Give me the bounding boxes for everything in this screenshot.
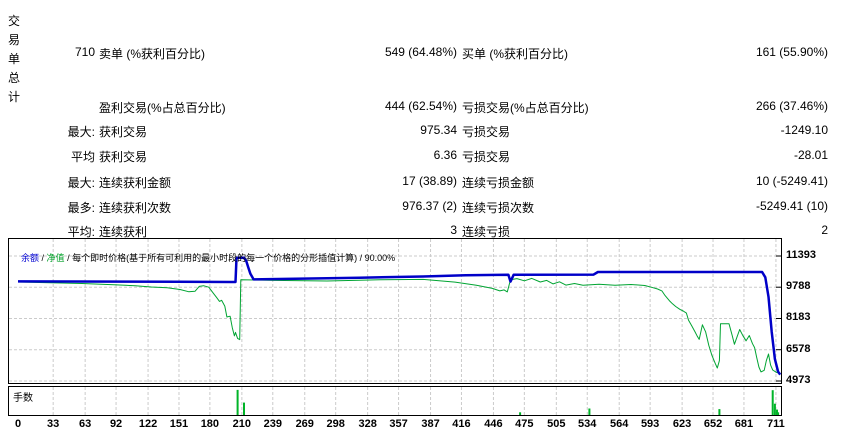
x-axis-label: 534 (578, 418, 597, 430)
x-axis-label: 681 (734, 418, 754, 430)
legend-quality: 90.00% (364, 253, 396, 263)
x-axis-label: 328 (358, 418, 377, 430)
stat-label: 平均 (70, 150, 95, 164)
lots-chart (8, 386, 782, 416)
x-axis-label: 0 (14, 418, 22, 430)
lots-chart-border (8, 386, 782, 416)
x-axis-label: 63 (79, 418, 92, 430)
balance-line (17, 256, 782, 376)
stat-label: 最多: (67, 201, 95, 215)
stat-value: 976.37 (2) (402, 199, 457, 213)
chart-legend: 余额 / 净值 / 每个即时价格(基于所有可利用的最小时段的每一个价格的分形插值… (11, 241, 395, 274)
stats-row-avg-consecutive: 平均: 连续获利 3 连续亏损 2 (0, 223, 843, 239)
stat-value: 17 (38.89) (402, 174, 457, 188)
x-axis-label: 180 (200, 418, 220, 430)
x-axis-label: 387 (421, 418, 440, 430)
stat-value: 3 (450, 223, 457, 237)
x-axis-label: 446 (484, 418, 503, 430)
stats-row-total: 710 卖单 (%获利百分比) 549 (64.48%) 买单 (%获利百分比)… (0, 45, 843, 61)
y-axis-label: 4973 (786, 373, 811, 386)
stat-value: -1249.10 (780, 123, 828, 137)
x-axis-label: 357 (389, 418, 408, 430)
legend-description: 每个即时价格(基于所有可利用的最小时段的每一个价格的分形插值计算) (72, 253, 358, 263)
stat-value: 161 (55.90%) (755, 45, 828, 59)
equity-line (17, 277, 781, 375)
x-axis-label: 475 (515, 418, 534, 430)
lots-bar (588, 408, 591, 415)
lots-bar (718, 409, 721, 415)
lots-bar (236, 389, 239, 415)
lots-bar (771, 390, 774, 415)
x-axis-label: 298 (326, 418, 345, 430)
lots-bar (519, 412, 522, 415)
x-axis-label: 652 (703, 418, 723, 430)
x-axis-label: 593 (640, 418, 660, 430)
stats-row-average: 平均 获利交易 6.36 亏损交易 -28.01 (0, 148, 843, 164)
x-axis-label: 269 (295, 418, 314, 430)
y-axis-label: 8183 (786, 311, 811, 324)
x-axis-label: 416 (452, 418, 471, 430)
x-axis-label: 505 (547, 418, 566, 430)
stat-value: -28.01 (793, 148, 828, 162)
stat-value: 6.36 (433, 148, 457, 162)
legend-separator: / (357, 253, 365, 263)
y-axis-label: 9788 (786, 280, 811, 293)
stats-row-max-consecutive-count: 最多: 连续获利次数 976.37 (2) 连续亏损次数 -5249.41 (1… (0, 199, 843, 215)
x-axis-label: 564 (610, 418, 629, 430)
stats-row-max-consecutive-amount: 最大: 连续获利金额 17 (38.89) 连续亏损金额 10 (-5249.4… (0, 174, 843, 190)
lots-panel-label: 手数 (13, 393, 33, 404)
stat-value: 266 (37.46%) (755, 99, 828, 113)
stat-value: 710 (74, 45, 95, 59)
y-axis-label: 6578 (786, 342, 811, 355)
stat-label: 最大: (67, 125, 95, 139)
stat-value: 549 (64.48%) (384, 45, 457, 59)
y-axis-label: 11393 (786, 249, 816, 261)
x-axis-label: 711 (767, 418, 785, 430)
stat-value: 10 (-5249.41) (755, 174, 828, 188)
legend-equity-label: 净值 (46, 253, 65, 263)
lots-bar (777, 412, 780, 415)
strategy-tester-report: 交易单总计 710 卖单 (%获利百分比) 549 (64.48%) 买单 (%… (0, 0, 843, 432)
lots-bar (243, 402, 245, 415)
x-axis-label: 122 (138, 418, 158, 430)
lots-bar (773, 403, 776, 415)
stats-row-profit-trades: 盈利交易(%占总百分比) 444 (62.54%) 亏损交易(%占总百分比) 2… (0, 99, 843, 115)
x-axis-label: 151 (169, 418, 189, 430)
legend-balance-label: 余额 (21, 253, 40, 263)
x-axis-label: 92 (109, 418, 123, 430)
x-axis-label: 623 (672, 418, 692, 430)
legend-separator: / (64, 253, 73, 263)
stat-label: 最大: (67, 176, 95, 190)
stat-value: 444 (62.54%) (384, 99, 457, 113)
x-axis-label: 33 (47, 418, 60, 430)
stat-value: -5249.41 (10) (755, 199, 828, 213)
stat-value: 975.34 (420, 123, 457, 137)
legend-separator: / (39, 253, 47, 263)
stats-row-largest: 最大: 获利交易 975.34 亏损交易 -1249.10 (0, 123, 843, 139)
stat-value: 2 (821, 223, 828, 237)
x-axis-label: 210 (232, 418, 252, 430)
x-axis-label: 239 (263, 418, 282, 430)
